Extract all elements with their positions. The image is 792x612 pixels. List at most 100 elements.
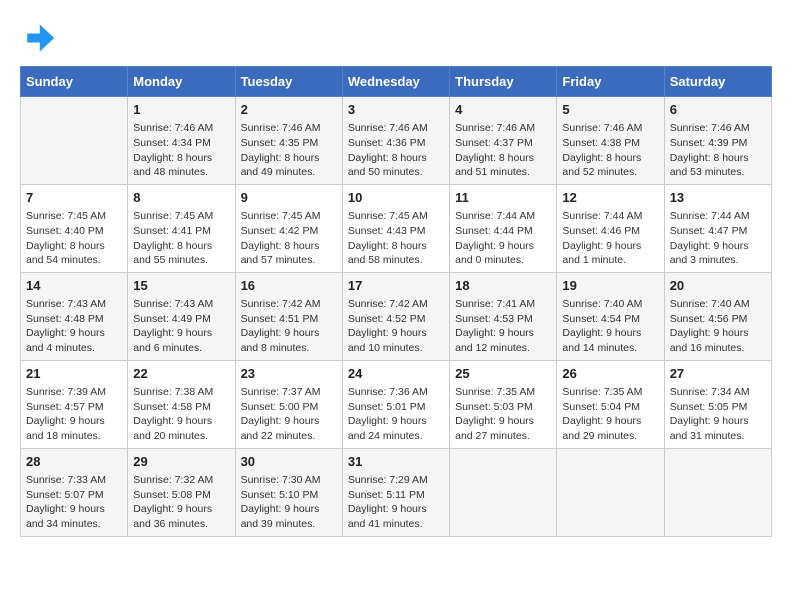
logo-icon	[20, 20, 56, 56]
calendar-week-row: 28 Sunrise: 7:33 AM Sunset: 5:07 PM Dayli…	[21, 448, 772, 536]
calendar-cell: 4 Sunrise: 7:46 AM Sunset: 4:37 PM Daylig…	[450, 97, 557, 185]
calendar-cell: 24 Sunrise: 7:36 AM Sunset: 5:01 PM Dayli…	[342, 360, 449, 448]
day-number: 3	[348, 101, 444, 119]
calendar-cell: 25 Sunrise: 7:35 AM Sunset: 5:03 PM Dayli…	[450, 360, 557, 448]
day-number: 26	[562, 365, 658, 383]
day-info: Sunrise: 7:46 AM Sunset: 4:35 PM Dayligh…	[241, 121, 337, 180]
calendar-cell: 8 Sunrise: 7:45 AM Sunset: 4:41 PM Daylig…	[128, 184, 235, 272]
day-number: 14	[26, 277, 122, 295]
day-info: Sunrise: 7:43 AM Sunset: 4:48 PM Dayligh…	[26, 297, 122, 356]
day-number: 24	[348, 365, 444, 383]
day-info: Sunrise: 7:46 AM Sunset: 4:38 PM Dayligh…	[562, 121, 658, 180]
calendar-cell: 6 Sunrise: 7:46 AM Sunset: 4:39 PM Daylig…	[664, 97, 771, 185]
day-number: 17	[348, 277, 444, 295]
day-info: Sunrise: 7:45 AM Sunset: 4:40 PM Dayligh…	[26, 209, 122, 268]
day-info: Sunrise: 7:44 AM Sunset: 4:44 PM Dayligh…	[455, 209, 551, 268]
day-info: Sunrise: 7:43 AM Sunset: 4:49 PM Dayligh…	[133, 297, 229, 356]
day-info: Sunrise: 7:44 AM Sunset: 4:47 PM Dayligh…	[670, 209, 766, 268]
day-number: 8	[133, 189, 229, 207]
calendar-week-row: 1Sunrise: 7:46 AM Sunset: 4:34 PM Daylig…	[21, 97, 772, 185]
weekday-header-wednesday: Wednesday	[342, 67, 449, 97]
day-info: Sunrise: 7:36 AM Sunset: 5:01 PM Dayligh…	[348, 385, 444, 444]
calendar-cell: 28 Sunrise: 7:33 AM Sunset: 5:07 PM Dayli…	[21, 448, 128, 536]
day-number: 2	[241, 101, 337, 119]
day-number: 7	[26, 189, 122, 207]
day-number: 16	[241, 277, 337, 295]
weekday-header-monday: Monday	[128, 67, 235, 97]
day-info: Sunrise: 7:45 AM Sunset: 4:41 PM Dayligh…	[133, 209, 229, 268]
weekday-header-thursday: Thursday	[450, 67, 557, 97]
weekday-header-tuesday: Tuesday	[235, 67, 342, 97]
day-info: Sunrise: 7:34 AM Sunset: 5:05 PM Dayligh…	[670, 385, 766, 444]
day-info: Sunrise: 7:29 AM Sunset: 5:11 PM Dayligh…	[348, 473, 444, 532]
weekday-header-sunday: Sunday	[21, 67, 128, 97]
day-number: 29	[133, 453, 229, 471]
calendar-cell: 7 Sunrise: 7:45 AM Sunset: 4:40 PM Daylig…	[21, 184, 128, 272]
day-number: 6	[670, 101, 766, 119]
day-number: 15	[133, 277, 229, 295]
calendar-cell: 29 Sunrise: 7:32 AM Sunset: 5:08 PM Dayli…	[128, 448, 235, 536]
day-info: Sunrise: 7:40 AM Sunset: 4:54 PM Dayligh…	[562, 297, 658, 356]
calendar-week-row: 14 Sunrise: 7:43 AM Sunset: 4:48 PM Dayli…	[21, 272, 772, 360]
day-info: Sunrise: 7:37 AM Sunset: 5:00 PM Dayligh…	[241, 385, 337, 444]
day-info: Sunrise: 7:41 AM Sunset: 4:53 PM Dayligh…	[455, 297, 551, 356]
day-info: Sunrise: 7:46 AM Sunset: 4:37 PM Dayligh…	[455, 121, 551, 180]
calendar-cell: 11Sunrise: 7:44 AM Sunset: 4:44 PM Dayli…	[450, 184, 557, 272]
day-info: Sunrise: 7:40 AM Sunset: 4:56 PM Dayligh…	[670, 297, 766, 356]
day-info: Sunrise: 7:35 AM Sunset: 5:04 PM Dayligh…	[562, 385, 658, 444]
day-info: Sunrise: 7:46 AM Sunset: 4:36 PM Dayligh…	[348, 121, 444, 180]
calendar-cell: 1Sunrise: 7:46 AM Sunset: 4:34 PM Daylig…	[128, 97, 235, 185]
day-info: Sunrise: 7:46 AM Sunset: 4:39 PM Dayligh…	[670, 121, 766, 180]
day-number: 5	[562, 101, 658, 119]
calendar-cell	[450, 448, 557, 536]
day-number: 4	[455, 101, 551, 119]
day-number: 20	[670, 277, 766, 295]
day-number: 27	[670, 365, 766, 383]
day-info: Sunrise: 7:33 AM Sunset: 5:07 PM Dayligh…	[26, 473, 122, 532]
calendar-cell	[557, 448, 664, 536]
day-info: Sunrise: 7:45 AM Sunset: 4:43 PM Dayligh…	[348, 209, 444, 268]
calendar-cell: 19Sunrise: 7:40 AM Sunset: 4:54 PM Dayli…	[557, 272, 664, 360]
day-number: 30	[241, 453, 337, 471]
day-number: 9	[241, 189, 337, 207]
calendar-cell: 2 Sunrise: 7:46 AM Sunset: 4:35 PM Daylig…	[235, 97, 342, 185]
day-info: Sunrise: 7:42 AM Sunset: 4:51 PM Dayligh…	[241, 297, 337, 356]
calendar-cell: 9 Sunrise: 7:45 AM Sunset: 4:42 PM Daylig…	[235, 184, 342, 272]
day-number: 21	[26, 365, 122, 383]
calendar-week-row: 7 Sunrise: 7:45 AM Sunset: 4:40 PM Daylig…	[21, 184, 772, 272]
calendar-cell: 12Sunrise: 7:44 AM Sunset: 4:46 PM Dayli…	[557, 184, 664, 272]
weekday-header-friday: Friday	[557, 67, 664, 97]
weekday-header-row: SundayMondayTuesdayWednesdayThursdayFrid…	[21, 67, 772, 97]
day-info: Sunrise: 7:38 AM Sunset: 4:58 PM Dayligh…	[133, 385, 229, 444]
calendar-cell: 14 Sunrise: 7:43 AM Sunset: 4:48 PM Dayli…	[21, 272, 128, 360]
calendar-cell: 21 Sunrise: 7:39 AM Sunset: 4:57 PM Dayli…	[21, 360, 128, 448]
calendar-cell: 31 Sunrise: 7:29 AM Sunset: 5:11 PM Dayli…	[342, 448, 449, 536]
calendar-cell: 10 Sunrise: 7:45 AM Sunset: 4:43 PM Dayli…	[342, 184, 449, 272]
calendar-cell: 22 Sunrise: 7:38 AM Sunset: 4:58 PM Dayli…	[128, 360, 235, 448]
day-info: Sunrise: 7:35 AM Sunset: 5:03 PM Dayligh…	[455, 385, 551, 444]
calendar-cell: 17 Sunrise: 7:42 AM Sunset: 4:52 PM Dayli…	[342, 272, 449, 360]
day-number: 25	[455, 365, 551, 383]
calendar-week-row: 21 Sunrise: 7:39 AM Sunset: 4:57 PM Dayli…	[21, 360, 772, 448]
calendar-cell: 20 Sunrise: 7:40 AM Sunset: 4:56 PM Dayli…	[664, 272, 771, 360]
day-number: 31	[348, 453, 444, 471]
day-info: Sunrise: 7:32 AM Sunset: 5:08 PM Dayligh…	[133, 473, 229, 532]
logo	[20, 20, 60, 56]
day-number: 12	[562, 189, 658, 207]
day-number: 13	[670, 189, 766, 207]
calendar-cell: 15 Sunrise: 7:43 AM Sunset: 4:49 PM Dayli…	[128, 272, 235, 360]
day-number: 10	[348, 189, 444, 207]
day-info: Sunrise: 7:39 AM Sunset: 4:57 PM Dayligh…	[26, 385, 122, 444]
day-info: Sunrise: 7:45 AM Sunset: 4:42 PM Dayligh…	[241, 209, 337, 268]
calendar-cell: 30Sunrise: 7:30 AM Sunset: 5:10 PM Dayli…	[235, 448, 342, 536]
calendar-cell: 3 Sunrise: 7:46 AM Sunset: 4:36 PM Daylig…	[342, 97, 449, 185]
day-number: 28	[26, 453, 122, 471]
calendar-cell: 23Sunrise: 7:37 AM Sunset: 5:00 PM Dayli…	[235, 360, 342, 448]
day-number: 18	[455, 277, 551, 295]
day-info: Sunrise: 7:42 AM Sunset: 4:52 PM Dayligh…	[348, 297, 444, 356]
calendar-cell: 16 Sunrise: 7:42 AM Sunset: 4:51 PM Dayli…	[235, 272, 342, 360]
day-number: 22	[133, 365, 229, 383]
calendar-table: SundayMondayTuesdayWednesdayThursdayFrid…	[20, 66, 772, 537]
calendar-cell: 18 Sunrise: 7:41 AM Sunset: 4:53 PM Dayli…	[450, 272, 557, 360]
calendar-cell	[21, 97, 128, 185]
